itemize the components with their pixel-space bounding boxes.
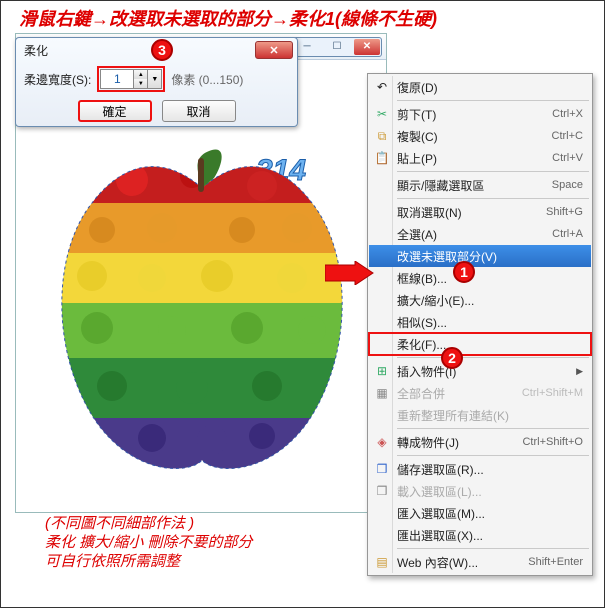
menu-deselect-shortcut: Shift+G	[546, 206, 583, 218]
dialog-title: 柔化	[24, 42, 48, 59]
spinner-up-icon[interactable]: ▲	[134, 70, 147, 79]
soften-width-input[interactable]	[101, 70, 133, 88]
menu-import-selection[interactable]: 匯入選取區(M)...	[369, 502, 591, 524]
menu-export-selection[interactable]: 匯出選取區(X)...	[369, 524, 591, 546]
menu-undo[interactable]: ↶ 復原(D)	[369, 76, 591, 98]
menu-soften-label: 柔化(F)...	[397, 336, 583, 353]
group-icon: ▦	[373, 386, 391, 400]
menu-cut-label: 剪下(T)	[397, 106, 552, 123]
spinner-dropdown-icon[interactable]: ▼	[147, 70, 161, 88]
insert-object-icon: ⊞	[373, 364, 391, 378]
load-icon: ❒	[373, 484, 391, 498]
web-icon: ▤	[373, 555, 391, 569]
menu-copy[interactable]: ⧉ 複製(C) Ctrl+C	[369, 125, 591, 147]
menu-groupall-shortcut: Ctrl+Shift+M	[522, 387, 583, 399]
close-button[interactable]: ✕	[354, 39, 380, 55]
menu-group-all: ▦ 全部合併 Ctrl+Shift+M	[369, 382, 591, 404]
menu-copy-shortcut: Ctrl+C	[552, 130, 583, 142]
maximize-button[interactable]: ☐	[324, 39, 350, 55]
menu-webcontent-shortcut: Shift+Enter	[528, 556, 583, 568]
convert-icon: ◈	[373, 435, 391, 449]
menu-border-label: 框線(B)...	[397, 270, 583, 287]
menu-importsel-label: 匯入選取區(M)...	[397, 505, 583, 522]
menu-undo-label: 復原(D)	[397, 79, 583, 96]
menu-insertobj-label: 插入物件(I)	[397, 363, 572, 380]
save-icon: ❒	[373, 462, 391, 476]
menu-exportsel-label: 匯出選取區(X)...	[397, 527, 583, 544]
menu-scale-label: 擴大/縮小(E)...	[397, 292, 583, 309]
annotation-arrow-icon	[325, 261, 375, 285]
menu-relayout-label: 重新整理所有連結(K)	[397, 407, 583, 424]
window-controls: ─ ☐ ✕	[292, 37, 382, 57]
spinner-down-icon[interactable]: ▼	[134, 79, 147, 88]
menu-paste-shortcut: Ctrl+V	[552, 152, 583, 164]
menu-cut-shortcut: Ctrl+X	[552, 108, 583, 120]
menu-select-all[interactable]: 全選(A) Ctrl+A	[369, 223, 591, 245]
annotation-box-input: ▲ ▼ ▼	[97, 66, 165, 92]
menu-invert-selection[interactable]: 改選未選取部分(V)	[369, 245, 591, 267]
menu-web-content[interactable]: ▤ Web 內容(W)... Shift+Enter	[369, 551, 591, 573]
menu-selectall-shortcut: Ctrl+A	[552, 228, 583, 240]
menu-invert-label: 改選未選取部分(V)	[397, 248, 583, 265]
annotation-marker-1: 1	[453, 261, 475, 283]
apple-image	[42, 148, 362, 478]
menu-scale[interactable]: 擴大/縮小(E)...	[369, 289, 591, 311]
menu-cut[interactable]: ✂ 剪下(T) Ctrl+X	[369, 103, 591, 125]
menu-groupall-label: 全部合併	[397, 385, 522, 402]
cancel-button[interactable]: 取消	[162, 100, 236, 122]
menu-savesel-label: 儲存選取區(R)...	[397, 461, 583, 478]
menu-convert-label: 轉成物件(J)	[397, 434, 522, 451]
menu-deselect[interactable]: 取消選取(N) Shift+G	[369, 201, 591, 223]
menu-togglesel-label: 顯示/隱藏選取區	[397, 177, 552, 194]
menu-paste-label: 貼上(P)	[397, 150, 552, 167]
menu-deselect-label: 取消選取(N)	[397, 204, 546, 221]
menu-webcontent-label: Web 內容(W)...	[397, 554, 528, 571]
soften-width-label: 柔邊寬度(S):	[24, 71, 91, 88]
dialog-close-button[interactable]: ✕	[255, 41, 293, 59]
copy-icon: ⧉	[373, 129, 391, 144]
menu-similar-label: 相似(S)...	[397, 314, 583, 331]
menu-copy-label: 複製(C)	[397, 128, 552, 145]
menu-convert-shortcut: Ctrl+Shift+O	[522, 436, 583, 448]
paste-icon: 📋	[373, 151, 391, 165]
ok-button[interactable]: 確定	[78, 100, 152, 122]
menu-insert-object[interactable]: ⊞ 插入物件(I) ▶	[369, 360, 591, 382]
soften-range-label: 像素 (0...150)	[171, 71, 243, 88]
soften-width-spinner[interactable]: ▲ ▼ ▼	[100, 69, 162, 89]
context-menu: ↶ 復原(D) ✂ 剪下(T) Ctrl+X ⧉ 複製(C) Ctrl+C 📋 …	[367, 73, 593, 576]
menu-similar[interactable]: 相似(S)...	[369, 311, 591, 333]
annotation-marker-2: 2	[441, 347, 463, 369]
instruction-text: 滑鼠右鍵→改選取未選取的部分→柔化1(線條不生硬)	[1, 1, 604, 33]
menu-load-selection: ❒ 載入選取區(L)...	[369, 480, 591, 502]
scissors-icon: ✂	[373, 107, 391, 121]
submenu-arrow-icon: ▶	[576, 366, 583, 377]
menu-paste[interactable]: 📋 貼上(P) Ctrl+V	[369, 147, 591, 169]
annotation-marker-3: 3	[151, 39, 173, 61]
menu-loadsel-label: 載入選取區(L)...	[397, 483, 583, 500]
canvas-area[interactable]: 314	[16, 60, 386, 512]
menu-border[interactable]: 框線(B)...	[369, 267, 591, 289]
menu-relayout-links: 重新整理所有連結(K)	[369, 404, 591, 426]
menu-convert-object[interactable]: ◈ 轉成物件(J) Ctrl+Shift+O	[369, 431, 591, 453]
menu-togglesel-shortcut: Space	[552, 179, 583, 191]
menu-save-selection[interactable]: ❒ 儲存選取區(R)...	[369, 458, 591, 480]
menu-selectall-label: 全選(A)	[397, 226, 552, 243]
menu-soften[interactable]: 柔化(F)...	[369, 333, 591, 355]
undo-icon: ↶	[373, 80, 391, 94]
menu-toggle-selection[interactable]: 顯示/隱藏選取區 Space	[369, 174, 591, 196]
